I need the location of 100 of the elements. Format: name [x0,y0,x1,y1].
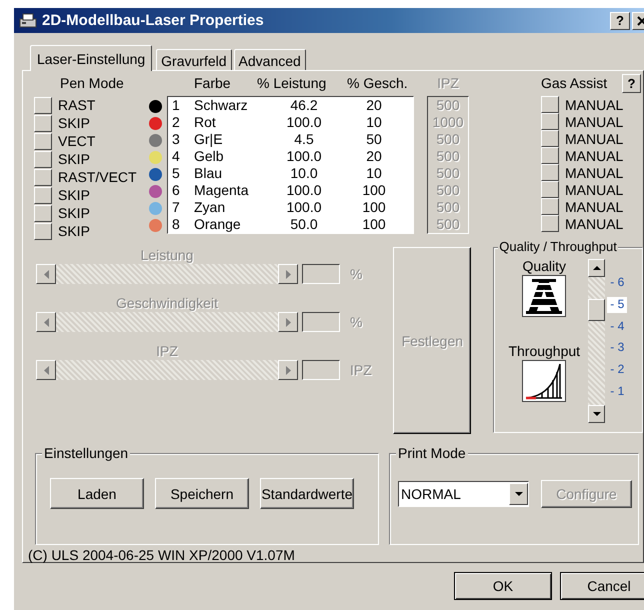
column-header: % Gesch. [347,74,408,93]
pen-color-name: Schwarz [194,97,249,114]
value-field[interactable] [302,360,340,380]
pen-mode-button[interactable] [34,96,52,114]
pen-list[interactable]: 1 Schwarz 46.2 20 2 Rot 100.0 10 3 Gr|E 4.5 50 4 Gelb 100.0 20 5 Blau 10.0 10 6 Magenta 100.0 100 7 Zyan 100.0 100 8 Orange 50.0 100 [167,96,414,234]
pen-mode-button[interactable] [34,132,52,150]
gas-assist-label: MANUAL [565,148,624,164]
gas-assist-button[interactable] [541,96,559,113]
pen-mode-label: SKIP [58,187,90,203]
tick-label: - 3 [609,340,626,356]
power-value: 10.0 [289,165,319,182]
quality-label: Quality [522,258,566,274]
ipz-value: 500 [435,131,461,148]
power-value: 50.0 [289,216,319,233]
down-arrow-icon [514,492,522,496]
slider-label: IPZ [156,342,178,360]
tick-label: - 4 [609,318,626,335]
gas-assist-label: MANUAL [565,96,624,112]
pen-number: 1 [171,97,181,114]
down-arrow-icon [592,412,601,416]
tick-label: - 5 [607,296,628,313]
window-title: 2D-Modellbau-Laser Properties [42,12,265,29]
gas-assist-label: MANUAL [565,182,624,198]
push-button[interactable]: Laden [50,478,144,509]
right-arrow-icon [286,270,290,279]
pen-mode-label: RAST [58,97,96,113]
ok-button[interactable]: OK [454,572,552,600]
push-button[interactable]: Standardwerte [260,478,354,509]
help-button[interactable]: ? [622,74,641,93]
up-arrow-icon [592,266,601,270]
throughput-label: Throughput [508,343,580,360]
ipz-value: 500 [435,148,461,165]
ipz-value: 500 [435,182,461,199]
right-arrow-icon [286,318,290,327]
tick-label: - 1 [609,384,626,400]
pen-color-name: Zyan [194,199,226,216]
speed-value: 100 [361,199,387,216]
pen-mode-label: SKIP [58,151,90,167]
tick-label: - 2 [609,362,626,378]
gas-assist-label: MANUAL [565,114,624,130]
pen-number: 5 [171,165,181,182]
cancel-button[interactable]: Cancel [560,572,644,600]
pen-color-name: Rot [194,114,217,131]
power-value: 100.0 [285,182,323,199]
speed-value: 20 [365,97,383,114]
ipz-value: 1000 [431,114,465,131]
slider-thumb[interactable] [588,298,606,321]
left-arrow-icon [44,366,48,375]
gas-assist-label: MANUAL [565,130,624,146]
tab[interactable]: Advanced [234,49,306,71]
pen-number: 2 [171,114,181,131]
value-field[interactable] [302,312,340,332]
column-header: Pen Mode [60,74,124,93]
close-icon [637,16,644,26]
value-field[interactable] [302,264,340,284]
column-header: Gas Assist [541,74,608,93]
column-header: IPZ [436,74,460,93]
pen-mode-button[interactable] [34,204,52,222]
unit-label: % [350,314,362,330]
pen-mode-label: SKIP [58,223,90,239]
pen-color-name: Blau [194,165,224,182]
help-button[interactable]: ? [610,12,630,30]
group-title: Einstellungen [42,445,130,461]
speed-value: 50 [365,131,383,148]
gas-assist-button[interactable] [541,181,559,198]
pen-mode-button[interactable] [34,222,52,240]
gas-assist-button[interactable] [541,130,559,147]
pen-mode-button[interactable] [34,150,52,168]
curve-graph-icon [522,360,566,402]
ipz-value: 500 [435,97,461,114]
gas-assist-button[interactable] [541,113,559,130]
tab[interactable]: Laser-Einstellung [30,45,152,71]
pen-mode-button[interactable] [34,168,52,186]
gas-assist-button[interactable] [541,215,559,232]
ipz-value: 500 [435,199,461,216]
tab[interactable]: Gravurfeld [156,49,232,71]
vertical-slider[interactable] [588,259,606,424]
print-mode-dropdown[interactable]: NORMAL [398,481,529,507]
gas-assist-label: MANUAL [565,198,624,214]
right-arrow-icon [286,366,290,375]
gas-assist-button[interactable] [541,164,559,181]
pen-color-name: Orange [194,216,242,233]
left-arrow-icon [44,270,48,279]
slider-label: Leistung [140,246,194,264]
striped-a-icon [522,275,566,318]
printer-icon [18,12,38,30]
power-value: 100.0 [285,114,323,131]
pen-mode-label: RAST/VECT [58,169,137,185]
unit-label: IPZ [350,362,372,378]
pen-mode-button[interactable] [34,186,52,204]
pen-number: 6 [171,182,181,199]
push-button[interactable]: Speichern [155,478,249,509]
pen-mode-button[interactable] [34,114,52,132]
pen-color-name: Gr|E [194,131,224,148]
pen-number: 4 [171,148,181,165]
gas-assist-button[interactable] [541,198,559,215]
power-value: 4.5 [293,131,315,148]
group-title: Print Mode [396,445,468,461]
tick-label: - 6 [609,275,626,292]
gas-assist-button[interactable] [541,147,559,164]
